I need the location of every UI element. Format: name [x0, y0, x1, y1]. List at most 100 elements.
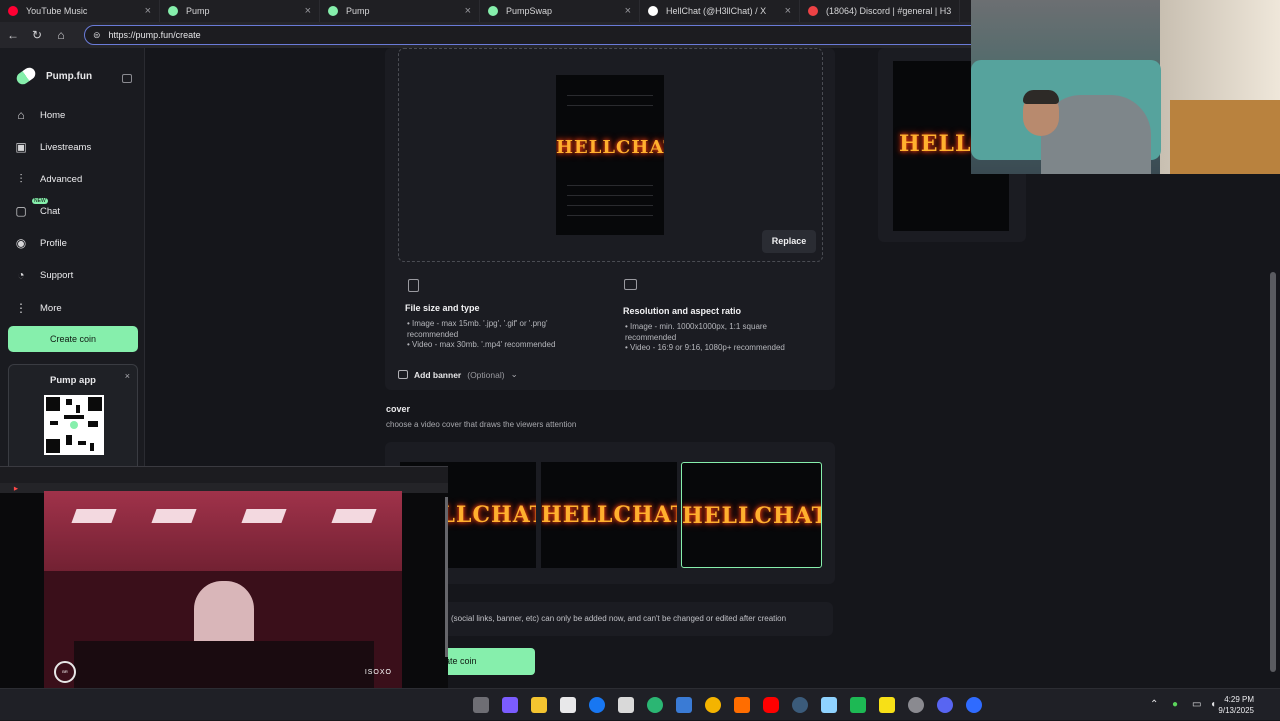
clock-date: 9/13/2025 — [1218, 706, 1254, 715]
task-view-icon[interactable] — [473, 697, 489, 713]
x-icon — [648, 6, 658, 16]
replace-button[interactable]: Replace — [762, 230, 816, 253]
discord-icon — [808, 6, 818, 16]
close-tab-icon[interactable]: × — [145, 5, 151, 17]
file-info-bullet: • Video - max 30mb. '.mp4' recommended — [407, 340, 556, 349]
system-clock[interactable]: 4:29 PM 9/13/2025 — [1218, 694, 1254, 716]
pump-icon — [328, 6, 338, 16]
sidebar-item-label: Home — [40, 109, 66, 121]
facebook-icon[interactable] — [589, 697, 605, 713]
amazon-icon[interactable] — [618, 697, 634, 713]
sidebar-item-label: Livestreams — [40, 141, 92, 153]
display-icon[interactable]: ▭ — [1192, 699, 1201, 710]
video-player-overlay[interactable]: ▶ BR ISOXO ISOxo | Boiler Room: Calgary — [0, 466, 448, 721]
discord-icon[interactable] — [937, 697, 953, 713]
image-icon — [624, 279, 637, 290]
browser-tab[interactable]: PumpSwap × — [480, 0, 640, 22]
sidebar-item-more[interactable]: ⋮ More — [14, 301, 62, 315]
url-text: https://pump.fun/create — [108, 30, 201, 40]
refresh-icon[interactable]: ↻ — [30, 28, 44, 42]
edge-icon[interactable] — [647, 697, 663, 713]
sidebar-item-livestreams[interactable]: ▣ Livestreams — [14, 140, 91, 154]
sidebar-item-label: More — [40, 302, 62, 314]
sidebar-item-chat[interactable]: ▢ NEW Chat — [14, 198, 61, 218]
tab-title: PumpSwap — [506, 6, 553, 16]
resolution-info-bullet: • Image - min. 1000x1000px, 1:1 square r… — [625, 322, 768, 342]
taskbar: ⌃ ● ▭ ◖ 4:29 PM 9/13/2025 — [0, 688, 1280, 720]
url-field[interactable]: ⊜ https://pump.fun/create — [84, 25, 984, 45]
steam-icon[interactable] — [792, 697, 808, 713]
close-tab-icon[interactable]: × — [465, 5, 471, 17]
youtube-logo-icon: ▶ — [14, 486, 18, 492]
thumbnail-text: HELLCHAT — [541, 502, 677, 528]
browser-tab[interactable]: HellChat (@H3llChat) / X × — [640, 0, 800, 22]
livestream-icon: ▣ — [15, 140, 27, 154]
volume-icon[interactable]: ◖ — [1210, 699, 1216, 710]
back-icon[interactable]: ← — [6, 28, 20, 42]
resolution-info-title: Resolution and aspect ratio — [623, 306, 742, 316]
uploaded-image: HELLCHAT — [556, 75, 664, 235]
page-scrollbar[interactable] — [1270, 272, 1276, 672]
thumbnail-text: HELLCHAT — [682, 503, 822, 529]
store-icon[interactable] — [560, 697, 576, 713]
home-icon[interactable]: ⌂ — [54, 28, 68, 42]
app-icon[interactable] — [966, 697, 982, 713]
cover-subtitle: choose a video cover that draws the view… — [386, 420, 577, 429]
sidebar-item-home[interactable]: ⌂ Home — [14, 108, 65, 122]
site-info-icon[interactable]: ⊜ — [93, 30, 101, 41]
file-info-bullet: • Image - max 15mb. '.jpg', '.gif' or '.… — [407, 319, 548, 339]
chrome-icon[interactable] — [705, 697, 721, 713]
video-frame[interactable]: BR ISOXO — [44, 491, 402, 691]
app-card-title: Pump app — [50, 375, 96, 386]
webcam-overlay — [971, 0, 1280, 174]
create-coin-button[interactable]: Create coin — [8, 326, 138, 352]
browser-tab[interactable]: Pump × — [160, 0, 320, 22]
youtube-icon[interactable] — [763, 697, 779, 713]
obs-icon[interactable] — [908, 697, 924, 713]
sidebar-item-advanced[interactable]: ⫶ Advanced — [14, 172, 82, 186]
cover-thumbnail[interactable]: HELLCHAT — [541, 462, 677, 568]
sidebar-item-profile[interactable]: ◉ Profile — [14, 236, 67, 250]
brave-icon[interactable] — [734, 697, 750, 713]
chevron-up-icon[interactable]: ⌃ — [1150, 699, 1158, 710]
profile-icon: ◉ — [15, 236, 27, 250]
file-explorer-icon[interactable] — [531, 697, 547, 713]
brand[interactable]: Pump.fun — [14, 65, 93, 87]
cover-title: cover — [386, 404, 411, 414]
tab-title: Pump — [186, 6, 210, 16]
file-icon — [408, 279, 419, 292]
sticky-notes-icon[interactable] — [879, 697, 895, 713]
pump-icon — [488, 6, 498, 16]
brand-name: Pump.fun — [46, 70, 93, 82]
pump-icon — [168, 6, 178, 16]
browser-tab[interactable]: (18064) Discord | #general | H3llC — [800, 0, 960, 22]
create-coin-submit-button[interactable]: ate coin — [435, 648, 535, 675]
pump-app-card: Pump app × — [8, 364, 138, 474]
copilot-icon[interactable] — [502, 697, 518, 713]
pump-logo-icon — [14, 65, 38, 87]
sidebar-item-label: Chat — [40, 205, 61, 217]
calculator-icon[interactable] — [676, 697, 692, 713]
app-icon[interactable] — [821, 697, 837, 713]
qr-code — [44, 395, 104, 455]
browser-tab[interactable]: Pump × — [320, 0, 480, 22]
video-overlay-text: ISOXO — [364, 669, 392, 676]
chat-icon: ▢ — [15, 204, 27, 218]
microphone-icon[interactable]: ● — [1172, 699, 1178, 710]
sidebar-item-label: Advanced — [40, 173, 83, 185]
sidebar-item-label: Support — [40, 269, 74, 281]
banner-optional: (Optional) — [467, 369, 505, 380]
home-icon: ⌂ — [17, 108, 25, 122]
cover-thumbnail-selected[interactable]: HELLCHAT — [681, 462, 822, 568]
new-badge: NEW — [32, 198, 48, 204]
close-tab-icon[interactable]: × — [625, 5, 631, 17]
close-tab-icon[interactable]: × — [785, 5, 791, 17]
close-tab-icon[interactable]: × — [305, 5, 311, 17]
browser-tab[interactable]: YouTube Music × — [0, 0, 160, 22]
xbox-icon[interactable] — [850, 697, 866, 713]
collapse-sidebar-icon[interactable] — [122, 74, 132, 83]
close-icon[interactable]: × — [125, 371, 130, 381]
add-banner-toggle[interactable]: Add banner (Optional) ⌄ — [398, 369, 518, 380]
creation-notice: (social links, banner, etc) can only be … — [385, 602, 833, 636]
sidebar-item-support[interactable]: ◔ Support — [14, 268, 73, 282]
